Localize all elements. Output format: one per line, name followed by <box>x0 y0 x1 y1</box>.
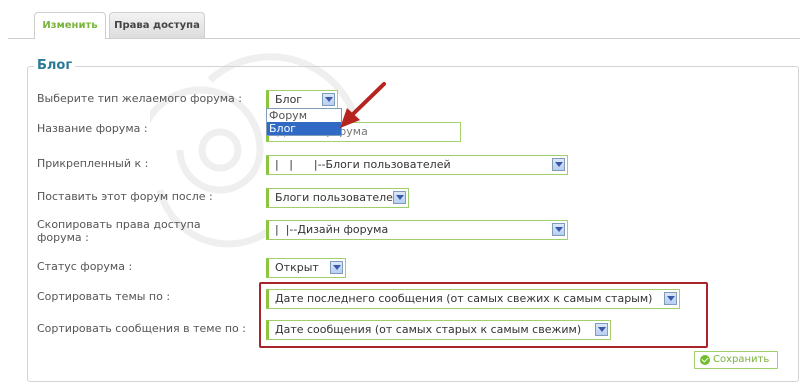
forum-name-label: Название форума : <box>37 122 148 135</box>
section-title: Блог <box>34 58 76 73</box>
tab-access-rights[interactable]: Права доступа <box>109 12 205 38</box>
dropdown-arrow-icon[interactable] <box>552 158 565 171</box>
save-button[interactable]: Сохранить <box>694 351 778 369</box>
place-after-label: Поставить этот форум после : <box>37 190 213 203</box>
attached-to-label: Прикрепленный к : <box>37 157 149 170</box>
forum-type-select[interactable]: Блог <box>266 90 338 110</box>
copy-rights-label: Скопировать права доступа форума : <box>37 218 201 244</box>
sort-posts-label: Сортировать сообщения в теме по : <box>37 322 246 335</box>
dropdown-arrow-icon[interactable] <box>322 93 335 106</box>
sort-topics-select[interactable]: Дате последнего сообщения (от самых свеж… <box>266 289 680 309</box>
sort-topics-value: Дате последнего сообщения (от самых свеж… <box>275 292 653 305</box>
copy-rights-select[interactable]: | |--Дизайн форума <box>266 220 568 240</box>
place-after-select[interactable]: Блоги пользователей <box>266 188 409 208</box>
forum-status-select[interactable]: Открыт <box>266 258 346 278</box>
forum-type-options: Форум Блог <box>266 108 342 136</box>
dropdown-arrow-icon[interactable] <box>595 323 608 336</box>
forum-status-label: Статус форума : <box>37 260 133 273</box>
sort-posts-value: Дате сообщения (от самых старых к самым … <box>275 323 582 336</box>
sort-posts-select[interactable]: Дате сообщения (от самых старых к самым … <box>266 320 611 340</box>
attached-to-select[interactable]: | | |--Блоги пользователей <box>266 155 568 175</box>
save-label: Сохранить <box>713 354 770 365</box>
place-after-value: Блоги пользователей <box>275 191 401 204</box>
forum-type-label: Выберите тип желаемого форума : <box>37 92 242 105</box>
tab-edit[interactable]: Изменить <box>34 12 106 39</box>
dropdown-arrow-icon[interactable] <box>393 191 406 204</box>
forum-type-value: Блог <box>275 93 303 106</box>
check-icon <box>700 355 710 365</box>
dropdown-arrow-icon[interactable] <box>330 261 343 274</box>
sort-topics-label: Сортировать темы по : <box>37 290 171 303</box>
option-forum[interactable]: Форум <box>267 109 341 122</box>
dropdown-arrow-icon[interactable] <box>664 292 677 305</box>
copy-rights-value: | |--Дизайн форума <box>275 223 389 236</box>
attached-to-value: | | |--Блоги пользователей <box>275 158 451 171</box>
forum-status-value: Открыт <box>275 261 319 274</box>
dropdown-arrow-icon[interactable] <box>552 223 565 236</box>
option-blog[interactable]: Блог <box>267 122 341 135</box>
